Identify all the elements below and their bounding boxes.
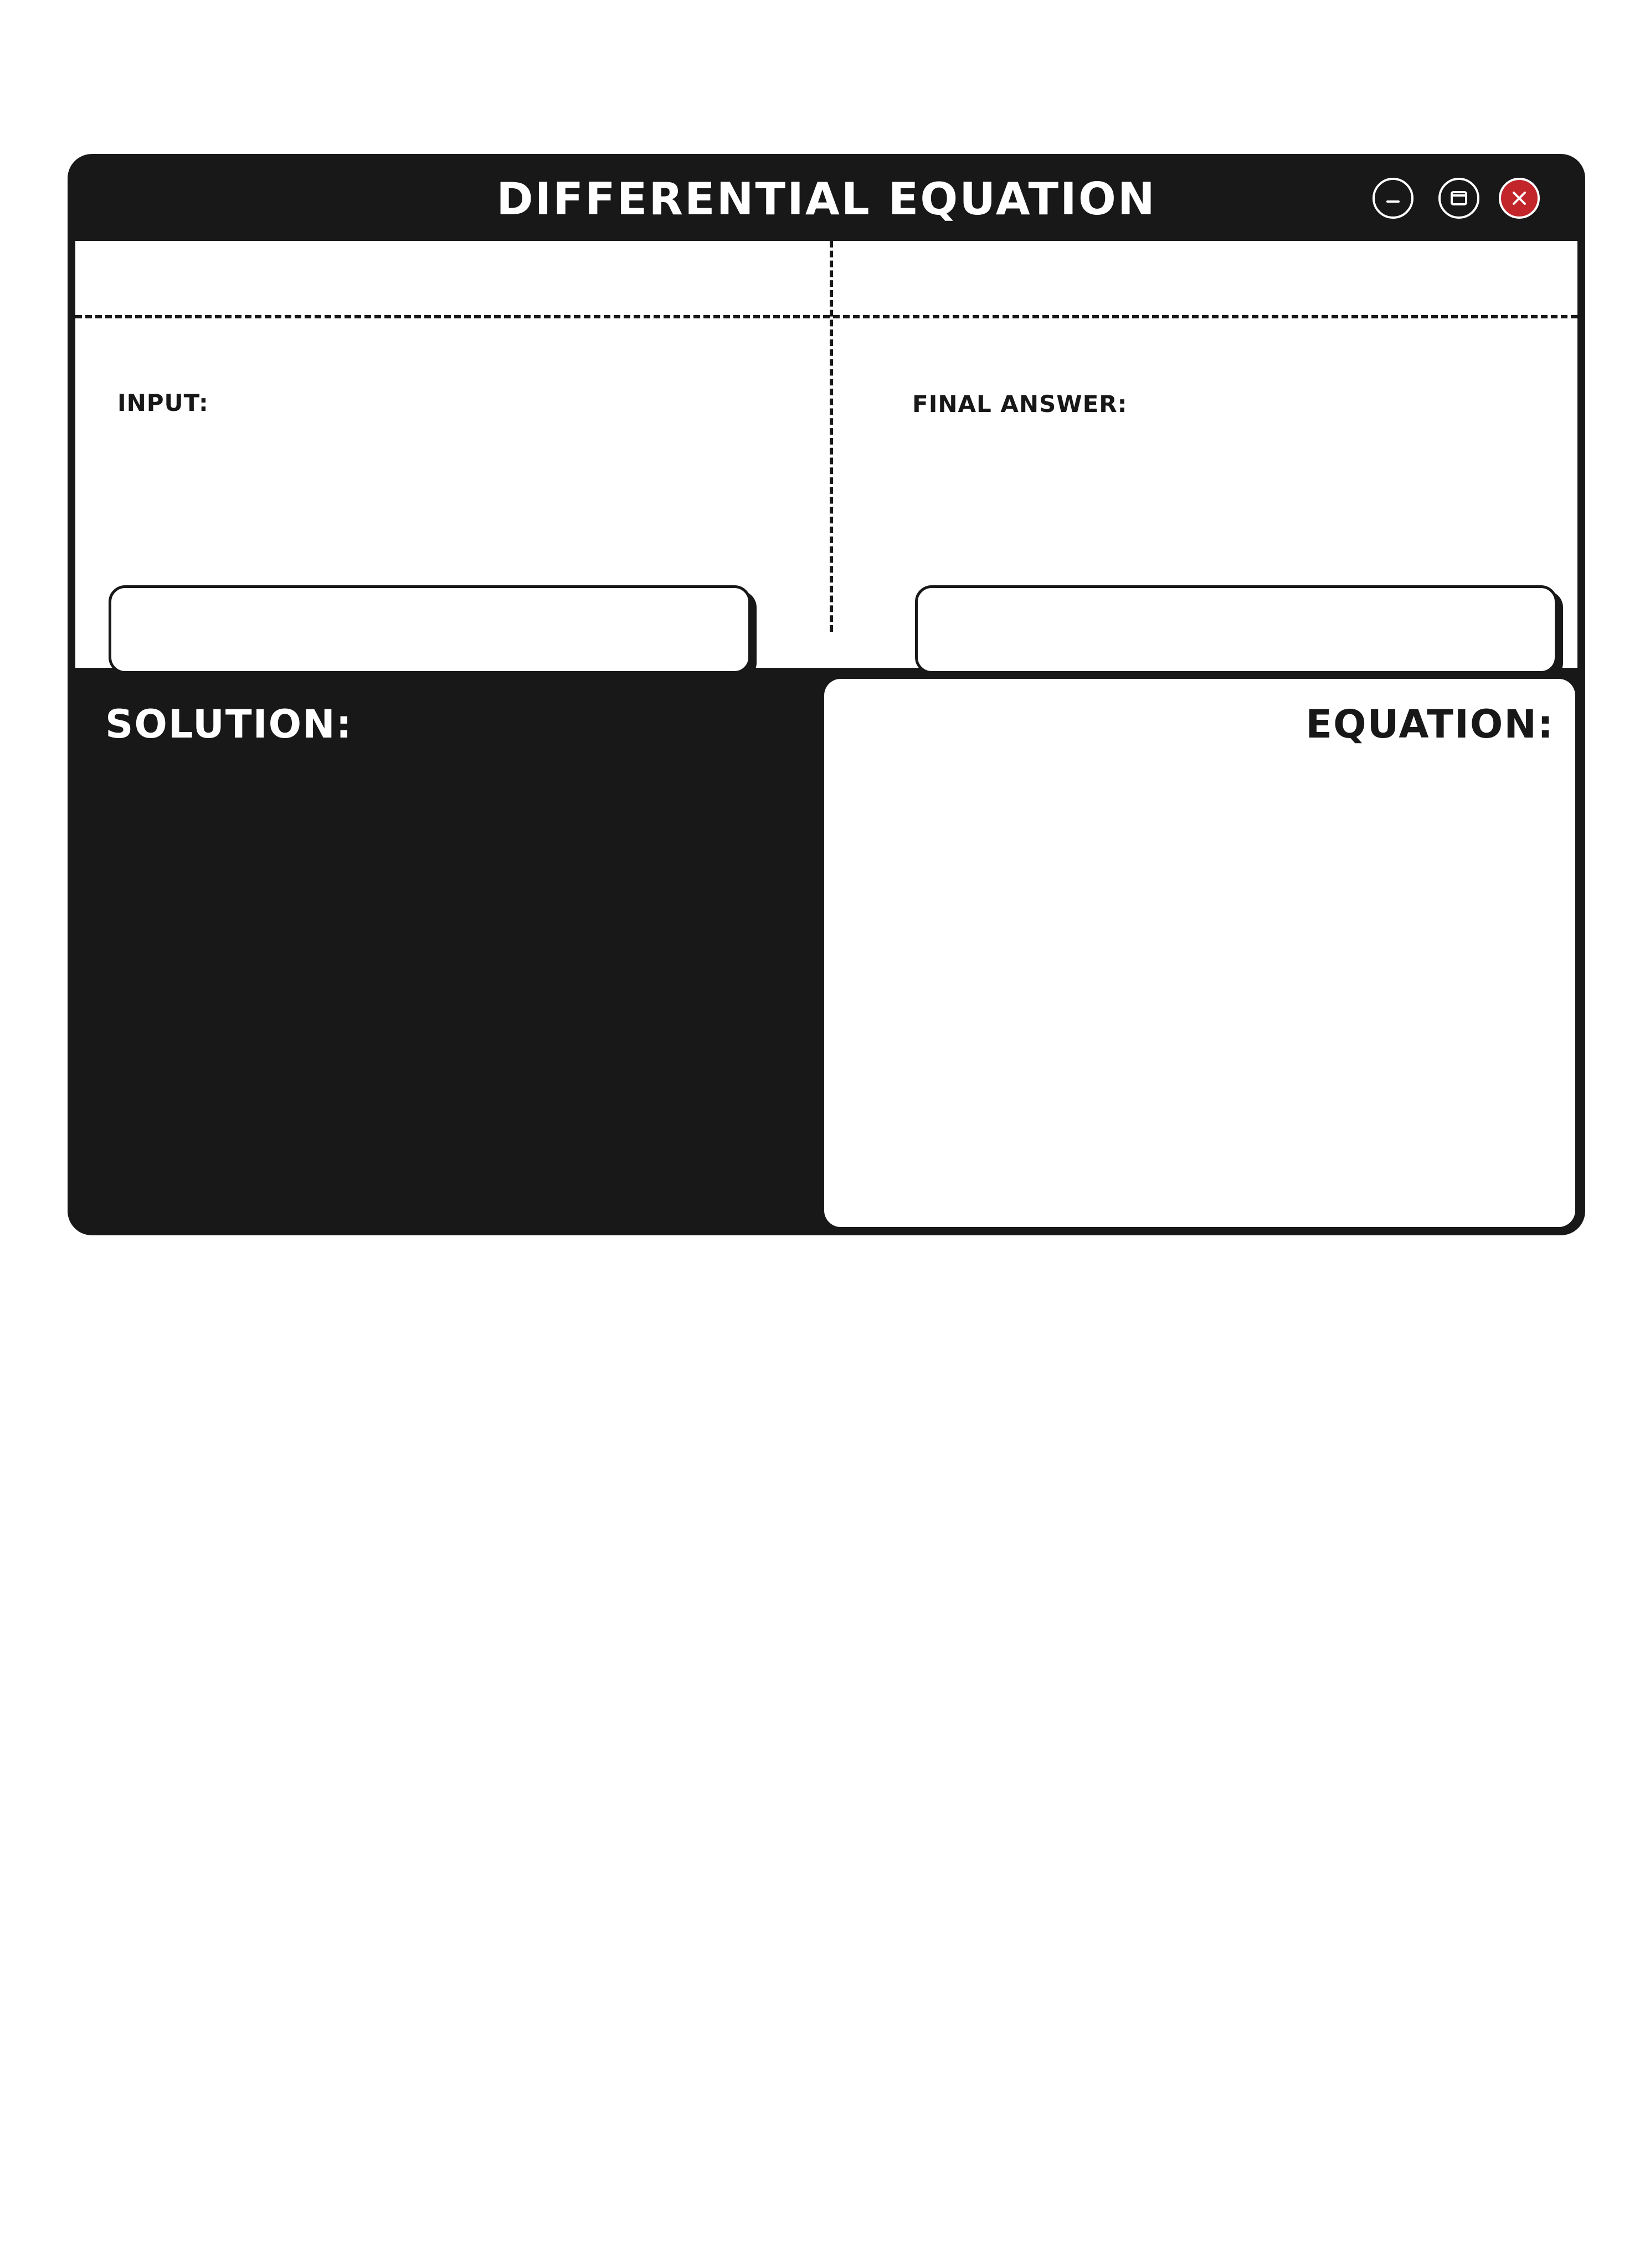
maximize-icon (1451, 191, 1467, 205)
close-icon (1513, 192, 1526, 205)
final-answer-field[interactable] (915, 585, 1558, 674)
title-bar[interactable]: DIFFERENTIAL EQUATION (68, 154, 1585, 241)
vertical-divider (830, 241, 833, 632)
minimize-button[interactable] (1373, 178, 1413, 219)
solution-title: SOLUTION: (105, 702, 353, 747)
input-panel: INPUT: FINAL ANSWER: (75, 241, 1577, 674)
final-answer-label: FINAL ANSWER: (912, 390, 1128, 417)
maximize-button[interactable] (1438, 178, 1479, 219)
window-title: DIFFERENTIAL EQUATION (496, 173, 1156, 225)
solution-panel: SOLUTION: (72, 672, 832, 1230)
close-button[interactable] (1499, 178, 1540, 219)
horizontal-divider (75, 315, 1577, 318)
equation-panel: EQUATION: (824, 679, 1575, 1227)
app-window: DIFFERENTIAL EQUATION INPUT: FINAL ANSWE… (68, 154, 1585, 1235)
minimize-icon (1386, 200, 1400, 203)
input-label: INPUT: (117, 389, 209, 416)
input-field[interactable] (109, 585, 751, 674)
equation-title: EQUATION: (1305, 702, 1554, 747)
